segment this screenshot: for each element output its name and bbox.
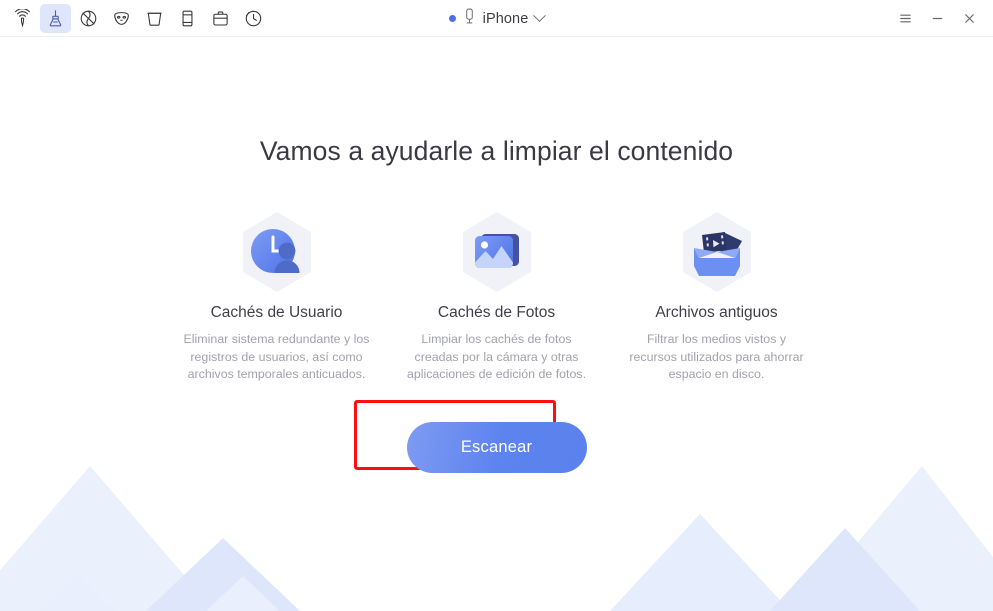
feature-card-photo-caches: Cachés de Fotos Limpiar los cachés de fo…: [387, 204, 607, 384]
user-cache-clock-icon: [229, 204, 325, 300]
clock-history-icon: [244, 9, 263, 28]
feature-card-user-caches: Cachés de Usuario Eliminar sistema redun…: [167, 204, 387, 384]
feature-description: Eliminar sistema redundante y los regist…: [183, 332, 370, 381]
trash-bin-icon: [145, 9, 164, 28]
title-bar: iPhone: [0, 0, 993, 37]
scan-button-area: Escanear: [353, 399, 587, 473]
main-toolbar: [0, 3, 269, 33]
feature-title: Archivos antiguos: [655, 304, 778, 321]
chevron-down-icon: [533, 9, 547, 23]
device-status-dot: [448, 15, 456, 22]
toolbar-item-toolbox[interactable]: [205, 4, 236, 33]
toolbar-item-history[interactable]: [238, 4, 269, 33]
mask-icon: [112, 9, 131, 28]
feature-title: Cachés de Usuario: [210, 304, 343, 321]
main-content: Vamos a ayudarle a limpiar el contenido: [0, 37, 993, 611]
toolbar-item-erase-data[interactable]: [73, 4, 104, 33]
feature-list: Cachés de Usuario Eliminar sistema redun…: [167, 204, 827, 384]
old-files-box-icon: [669, 204, 765, 300]
device-name-label: iPhone: [482, 10, 529, 27]
briefcase-icon: [211, 9, 230, 28]
feature-title: Cachés de Fotos: [437, 304, 556, 321]
broom-icon: [46, 9, 65, 28]
feature-card-old-files: Archivos antiguos Filtrar los medios vis…: [607, 204, 827, 384]
toolbar-item-device[interactable]: [172, 4, 203, 33]
device-phone-icon: [463, 8, 476, 30]
app-window: iPhone Vamos a ayudarle a limpiar el con…: [0, 0, 993, 611]
toolbar-item-privacy[interactable]: [106, 4, 137, 33]
globe-eraser-icon: [79, 9, 98, 28]
photo-cache-image-icon: [449, 204, 545, 300]
menu-button[interactable]: [891, 6, 919, 32]
wifi-transfer-icon: [13, 8, 32, 28]
window-controls: [891, 0, 983, 37]
phone-icon: [178, 9, 197, 28]
feature-description: Filtrar los medios vistos y recursos uti…: [629, 332, 804, 381]
scan-button[interactable]: Escanear: [406, 421, 587, 473]
toolbar-item-clean[interactable]: [40, 3, 71, 33]
minimize-button[interactable]: [923, 6, 951, 32]
feature-description: Limpiar los cachés de fotos creadas por …: [406, 332, 587, 381]
toolbar-item-trash[interactable]: [139, 4, 170, 33]
page-title: Vamos a ayudarle a limpiar el contenido: [259, 136, 734, 166]
toolbar-item-wifi-transfer[interactable]: [7, 4, 38, 33]
device-selector[interactable]: iPhone: [448, 8, 547, 30]
close-button[interactable]: [955, 6, 983, 32]
